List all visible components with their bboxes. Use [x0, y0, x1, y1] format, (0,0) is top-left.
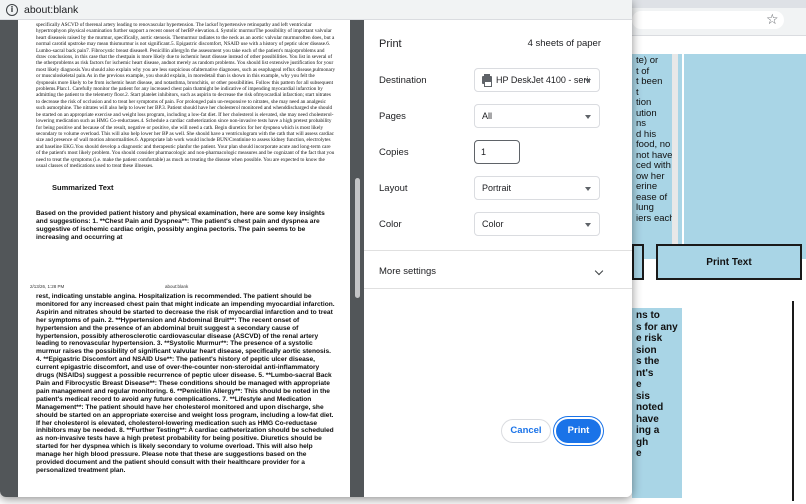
preview-sheet: 2/13/26, 1:28 PM about:blank rest, indic… — [18, 278, 350, 497]
preview-sheet: specifically ASCVD of therenal artery le… — [18, 20, 350, 295]
preview-scrollbar-thumb[interactable] — [355, 178, 360, 298]
destination-value: HP DeskJet 4100 - series — [496, 75, 590, 85]
chevron-down-icon — [594, 266, 604, 276]
sheet-body-text: specifically ASCVD of therenal artery le… — [36, 22, 336, 169]
background-address-bar[interactable] — [632, 11, 784, 29]
sheet-header-url: about:blank — [165, 284, 189, 289]
layout-select[interactable]: Portrait — [474, 176, 600, 200]
layout-label: Layout — [379, 183, 408, 194]
pages-select[interactable]: All — [474, 104, 600, 128]
chevron-down-icon — [585, 115, 591, 119]
background-divider — [792, 301, 794, 501]
printer-icon — [482, 73, 492, 87]
destination-label: Destination — [379, 75, 427, 86]
summary-text: rest, indicating unstable angina. Hospit… — [36, 293, 335, 474]
background-text-line: ns to — [636, 310, 660, 321]
background-text-line: gh — [636, 436, 649, 448]
dialog-url: about:blank — [24, 4, 79, 16]
background-text-line: sis — [636, 390, 650, 402]
more-settings-toggle[interactable]: More settings — [379, 266, 604, 280]
background-right-column: te) or t of t been t tion ution ns d his food, n… — [632, 36, 806, 504]
background-text-line: noted — [636, 402, 664, 413]
summary-text: Based on the provided patient history an… — [36, 210, 325, 242]
pages-value: All — [482, 111, 493, 121]
print-preview-pane[interactable]: specifically ASCVD of therenal artery le… — [0, 20, 364, 497]
background-text-line: ing a — [636, 425, 660, 436]
sheet-content: rest, indicating unstable angina. Hospit… — [36, 293, 336, 475]
pages-label: Pages — [379, 111, 406, 122]
background-blue-panel — [684, 54, 806, 259]
copies-input[interactable]: 1 — [474, 140, 520, 164]
chevron-down-icon — [585, 187, 591, 191]
layout-value: Portrait — [482, 183, 512, 193]
preview-scrollbar[interactable] — [352, 20, 362, 497]
print-button[interactable]: Print — [556, 419, 601, 443]
sheet-count: 4 sheets of paper — [527, 38, 601, 49]
background-text-line: sion — [636, 344, 657, 356]
print-dialog: i about:blank specifically ASCVD of ther… — [0, 0, 632, 497]
copies-label: Copies — [379, 147, 409, 158]
print-settings-pane: Print 4 sheets of paper Destination HP D… — [364, 20, 632, 497]
info-icon[interactable]: i — [6, 4, 18, 16]
sheet-header-date: 2/13/26, 1:28 PM — [30, 284, 65, 289]
sheet-header: 2/13/26, 1:28 PM about:blank — [30, 284, 336, 289]
background-text-line: e risk — [636, 333, 663, 344]
print-title: Print — [379, 38, 402, 50]
sheet-content: specifically ASCVD of therenal artery le… — [36, 22, 336, 242]
chevron-down-icon — [585, 223, 591, 227]
color-select[interactable]: Color — [474, 212, 600, 236]
summarized-text-heading: Summarized Text — [52, 183, 114, 193]
background-scrollbar[interactable] — [672, 54, 678, 259]
background-text-line: s the — [636, 356, 660, 367]
settings-divider — [364, 288, 632, 289]
settings-divider — [364, 250, 632, 251]
bookmark-star-icon[interactable]: ☆ — [766, 11, 779, 29]
print-text-button[interactable]: Print Text — [656, 244, 802, 280]
background-text-line: have — [636, 413, 659, 425]
cancel-button[interactable]: Cancel — [501, 419, 551, 443]
color-label: Color — [379, 219, 402, 230]
background-text-line: e — [636, 448, 642, 459]
background-text-line: e — [636, 379, 642, 390]
background-text-box-bottom: ns to s for any e risk sion s the nt's e sis not… — [632, 308, 682, 498]
destination-select[interactable]: HP DeskJet 4100 - series — [474, 68, 600, 92]
background-text-line: nt's — [636, 367, 654, 379]
color-value: Color — [482, 219, 504, 229]
dialog-title-bar: i about:blank — [0, 0, 632, 20]
more-settings-label: More settings — [379, 266, 437, 277]
background-text-line: s for any — [636, 321, 678, 333]
chevron-down-icon — [585, 79, 591, 83]
background-button-partial[interactable] — [632, 244, 644, 280]
